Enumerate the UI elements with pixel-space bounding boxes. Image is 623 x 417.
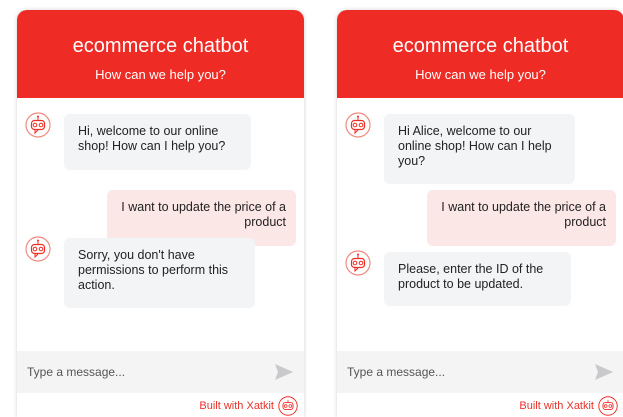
- xatkit-robot-icon: [278, 396, 298, 416]
- user-message: I want to update the price of a product: [427, 190, 616, 246]
- chat-title: ecommerce chatbot: [392, 35, 569, 57]
- chat-header: ecommerce chatbot How can we help you?: [17, 10, 304, 98]
- message-list[interactable]: Hi, welcome to our online shop! How can …: [17, 98, 304, 351]
- message-input[interactable]: [27, 363, 247, 381]
- chat-subtitle: How can we help you?: [415, 67, 546, 82]
- branding-footer: Built with Xatkit: [17, 393, 304, 417]
- message-input[interactable]: [347, 363, 567, 381]
- chat-widget-right: ecommerce chatbot How can we help you? H…: [337, 10, 623, 417]
- send-arrow-icon[interactable]: [594, 363, 614, 381]
- bot-message: Hi, welcome to our online shop! How can …: [64, 114, 251, 170]
- xatkit-robot-icon: [598, 396, 618, 416]
- message-composer: [17, 351, 304, 393]
- chat-widget-left: ecommerce chatbot How can we help you? H…: [17, 10, 304, 417]
- chat-title: ecommerce chatbot: [72, 35, 249, 57]
- bot-message: Hi Alice, welcome to our online shop! Ho…: [384, 114, 575, 184]
- message-composer: [337, 351, 623, 393]
- chat-subtitle: How can we help you?: [95, 67, 226, 82]
- send-arrow-icon[interactable]: [274, 363, 294, 381]
- robot-avatar-icon: [25, 236, 51, 262]
- built-with-link[interactable]: Built with Xatkit: [199, 400, 274, 412]
- branding-footer: Built with Xatkit: [337, 393, 623, 417]
- robot-avatar-icon: [345, 250, 371, 276]
- bot-message: Sorry, you don't have permissions to per…: [64, 238, 255, 308]
- robot-avatar-icon: [345, 112, 371, 138]
- robot-avatar-icon: [25, 112, 51, 138]
- built-with-link[interactable]: Built with Xatkit: [519, 400, 594, 412]
- message-list[interactable]: Hi Alice, welcome to our online shop! Ho…: [337, 98, 623, 351]
- chat-header: ecommerce chatbot How can we help you?: [337, 10, 623, 98]
- bot-message: Please, enter the ID of the product to b…: [384, 252, 571, 306]
